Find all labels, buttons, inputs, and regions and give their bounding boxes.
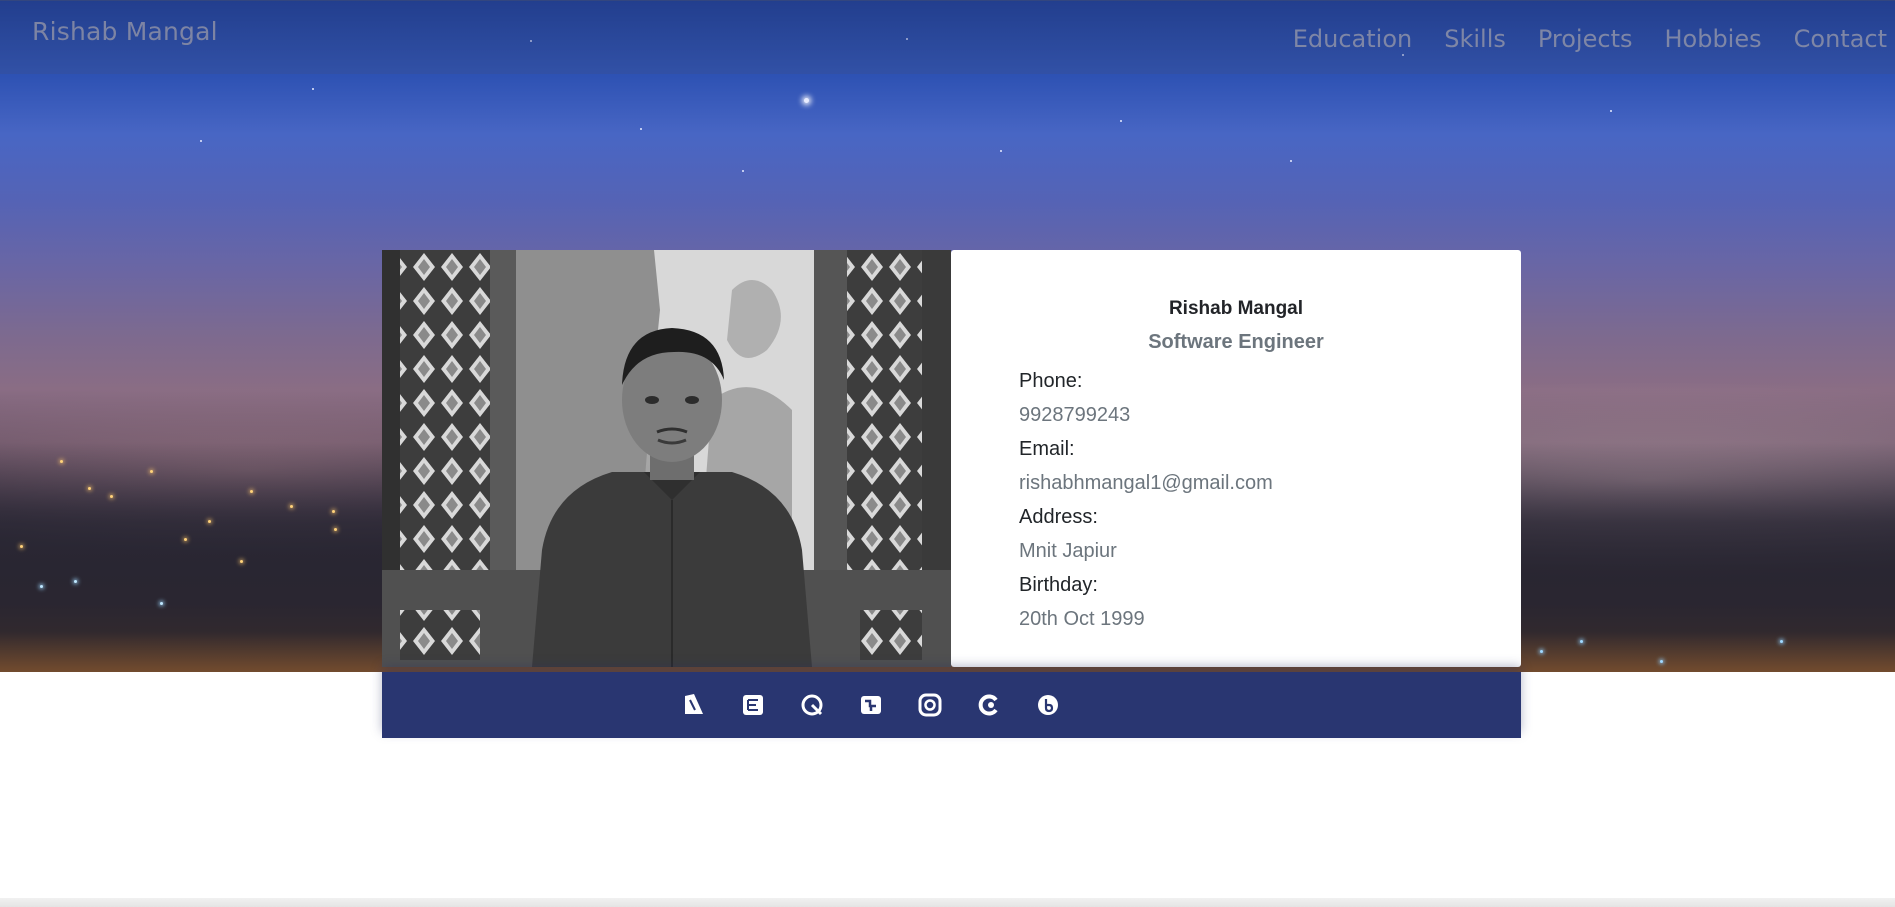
social-icon-5[interactable] xyxy=(918,693,942,717)
address-value: Mnit Japiur xyxy=(1019,540,1117,562)
social-icon-2[interactable] xyxy=(741,693,765,717)
profile-photo xyxy=(382,250,951,667)
social-icon-3[interactable] xyxy=(800,693,824,717)
profile-details: Phone: 9928799243 Email: rishabhmangal1@… xyxy=(1019,364,1273,636)
page-bottom-edge xyxy=(0,898,1895,907)
nav-link-skills[interactable]: Skills xyxy=(1444,25,1506,53)
social-links-bar xyxy=(382,672,1521,738)
profile-title: Software Engineer xyxy=(1148,331,1324,353)
social-icon-1[interactable] xyxy=(682,693,706,717)
page: Rishab Mangal Education Skills Projects … xyxy=(0,0,1895,907)
email-value: rishabhmangal1@gmail.com xyxy=(1019,472,1273,494)
email-label: Email: xyxy=(1019,438,1075,460)
social-icon-6[interactable] xyxy=(977,693,1001,717)
profile-info-card: Rishab Mangal Software Engineer Phone: 9… xyxy=(951,250,1521,667)
nav-link-contact[interactable]: Contact xyxy=(1794,25,1887,53)
profile-name: Rishab Mangal xyxy=(1168,298,1304,319)
birthday-value: 20th Oct 1999 xyxy=(1019,608,1145,630)
phone-label: Phone: xyxy=(1019,370,1083,392)
navbar: Rishab Mangal Education Skills Projects … xyxy=(0,0,1895,74)
social-icon-4[interactable] xyxy=(859,693,883,717)
brand-logo[interactable]: Rishab Mangal xyxy=(32,17,218,46)
social-icons xyxy=(682,672,1060,738)
birthday-label: Birthday: xyxy=(1019,574,1098,596)
nav-links: Education Skills Projects Hobbies Contac… xyxy=(1293,25,1887,53)
phone-value: 9928799243 xyxy=(1019,404,1131,426)
social-icon-7[interactable] xyxy=(1036,693,1060,717)
address-label: Address: xyxy=(1019,506,1098,528)
nav-link-projects[interactable]: Projects xyxy=(1538,25,1633,53)
nav-link-education[interactable]: Education xyxy=(1293,25,1412,53)
nav-link-hobbies[interactable]: Hobbies xyxy=(1664,25,1761,53)
